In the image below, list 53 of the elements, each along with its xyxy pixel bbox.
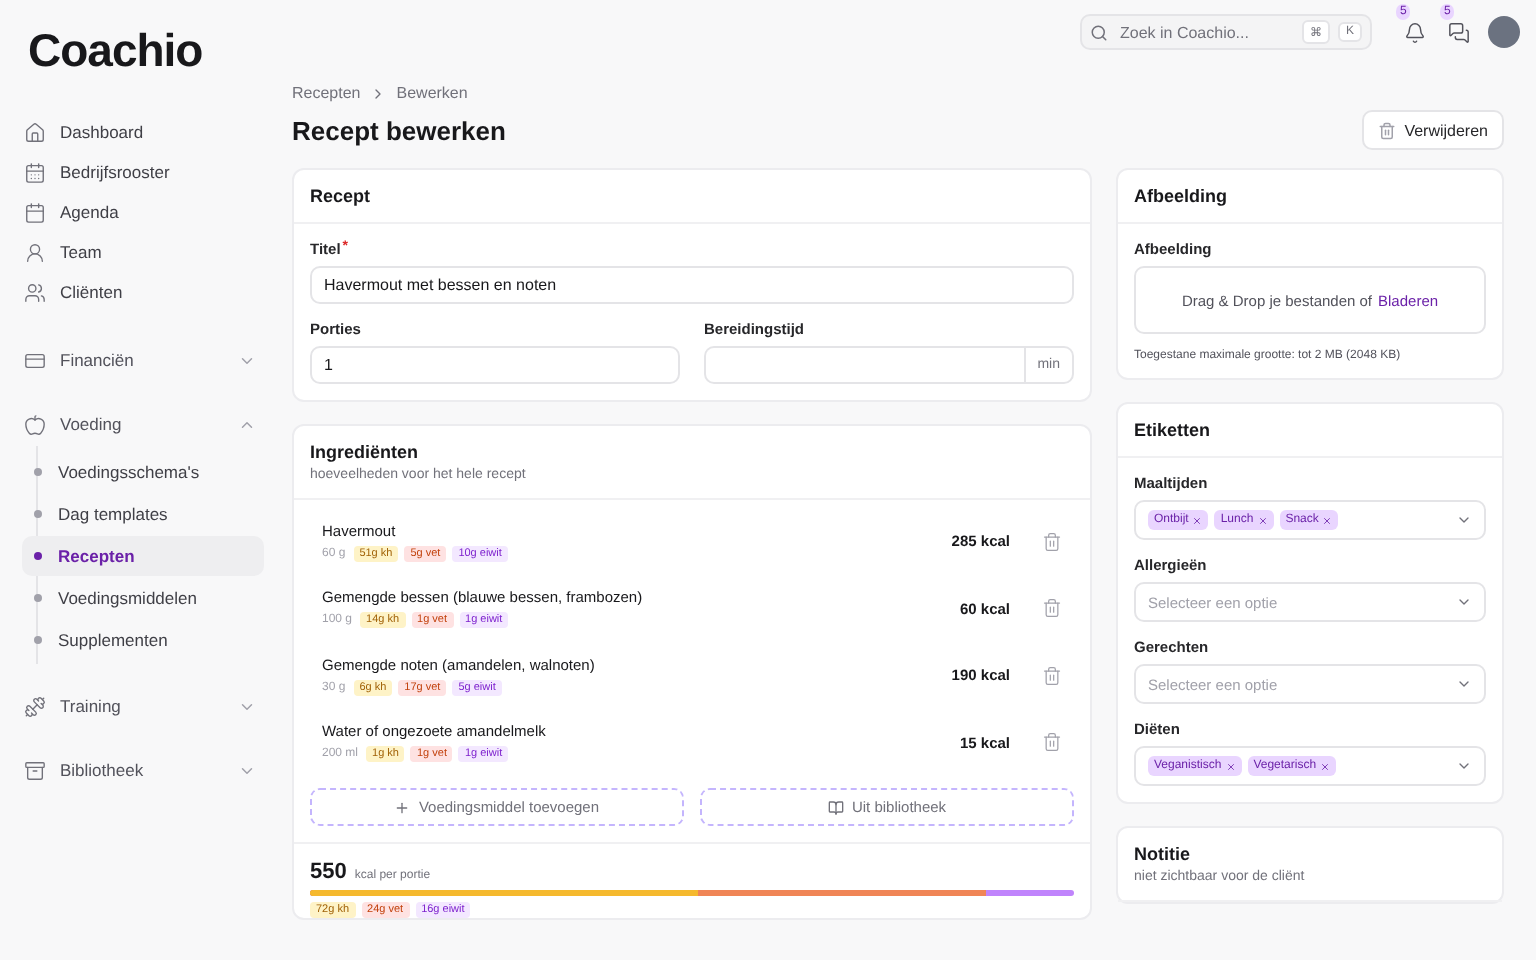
sidebar-group[interactable]: Bibliotheek <box>16 748 264 792</box>
sidebar-subitem[interactable]: Voedingsmiddelen <box>22 577 264 617</box>
card-title: Ingrediënten <box>310 442 421 462</box>
delete-ingredient-button[interactable] <box>1042 598 1062 619</box>
card-title: Afbeelding <box>1134 186 1229 206</box>
search-input[interactable]: Zoek in Coachio... <box>1116 21 1294 43</box>
chevron-down-icon <box>1456 758 1472 774</box>
sidebar-subitem[interactable]: Supplementen <box>22 619 264 659</box>
delete-ingredient-button[interactable] <box>1042 732 1062 753</box>
dumbbell-icon <box>24 695 46 717</box>
search-icon <box>1090 23 1108 41</box>
card-icon <box>24 349 46 371</box>
sidebar-subitem[interactable]: Recepten <box>22 535 264 575</box>
users-icon <box>24 281 46 303</box>
calendar-icon <box>24 201 46 223</box>
delete-ingredient-button[interactable] <box>1042 665 1062 686</box>
chevron-down-icon <box>1456 676 1472 692</box>
chevron-down-icon <box>1456 512 1472 528</box>
prep-time-input[interactable] <box>704 346 1024 384</box>
sidebar-subitem[interactable]: Voedingsschema's <box>22 451 264 491</box>
sidebar-group[interactable]: Voeding <box>16 402 264 446</box>
person-icon <box>24 241 46 263</box>
apple-icon <box>24 413 46 435</box>
sidebar-item[interactable]: Dashboard <box>16 112 264 152</box>
archive-icon <box>24 759 46 781</box>
sidebar-group[interactable]: Training <box>16 684 264 728</box>
page-title: Recept bewerken <box>292 115 506 145</box>
home-icon <box>24 121 46 143</box>
plus-icon <box>394 799 411 815</box>
sidebar-subitem[interactable]: Dag templates <box>22 493 264 533</box>
avatar[interactable] <box>1488 16 1520 48</box>
brand-logo: Coachio <box>26 21 205 79</box>
messages-button[interactable] <box>1444 18 1472 46</box>
chevron-down-icon <box>1456 594 1472 610</box>
card-title: Notitie <box>1134 844 1192 864</box>
calendar-grid-icon <box>24 161 46 183</box>
title-input[interactable]: Havermout met bessen en noten <box>310 266 1074 304</box>
book-icon <box>827 799 844 815</box>
card-title: Recept <box>310 186 373 206</box>
sidebar-item[interactable]: Agenda <box>16 192 264 232</box>
delete-ingredient-button[interactable] <box>1042 531 1062 552</box>
notifications-button[interactable] <box>1400 18 1428 46</box>
portions-input[interactable]: 1 <box>310 346 680 384</box>
sidebar-item[interactable]: Bedrijfsrooster <box>16 152 264 192</box>
card-title: Etiketten <box>1134 420 1213 440</box>
breadcrumb-link[interactable]: Recepten <box>292 84 361 102</box>
trash-icon <box>1378 121 1397 139</box>
sidebar-item[interactable]: Team <box>16 232 264 272</box>
breadcrumb-link[interactable]: Bewerken <box>396 84 468 102</box>
total-kcal: 550 <box>310 860 347 884</box>
sidebar-group[interactable]: Financiën <box>16 338 264 382</box>
sidebar-item[interactable]: Cliënten <box>16 272 264 312</box>
delete-button[interactable]: Verwijderen <box>1362 110 1504 150</box>
